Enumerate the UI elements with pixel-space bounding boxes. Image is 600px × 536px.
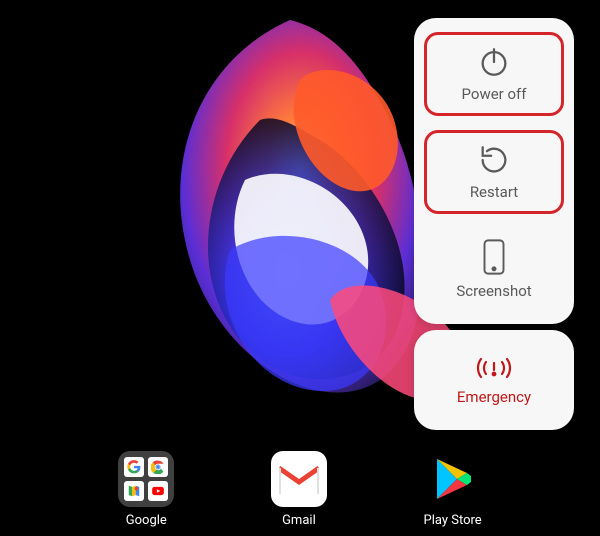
play-store-app[interactable]: Play Store [424,451,482,528]
power-menu: Power off Restart Screenshot Emergency [414,18,574,430]
power-menu-card: Power off Restart Screenshot [414,18,574,324]
google-folder-icon [118,451,174,507]
screenshot-button[interactable]: Screenshot [424,228,564,310]
screenshot-label: Screenshot [456,282,531,300]
screenshot-icon [479,238,509,276]
emergency-label: Emergency [457,388,531,406]
emergency-button[interactable]: Emergency [424,344,564,416]
play-store-icon [425,451,481,507]
maps-icon [124,481,144,501]
gmail-app[interactable]: Gmail [271,451,327,528]
power-off-button[interactable]: Power off [424,32,564,116]
google-folder[interactable]: Google [118,451,174,528]
dock: Google Gmail Play Store [0,451,600,528]
power-off-label: Power off [462,85,527,103]
power-icon [477,45,511,79]
restart-button[interactable]: Restart [424,130,564,214]
gmail-label: Gmail [282,513,316,528]
restart-icon [477,143,511,177]
google-logo-icon [124,457,144,477]
play-store-label: Play Store [424,513,482,528]
youtube-icon [148,481,168,501]
emergency-icon [473,354,515,382]
restart-label: Restart [470,183,518,201]
google-folder-label: Google [126,513,167,528]
emergency-card: Emergency [414,330,574,430]
gmail-icon [271,451,327,507]
chrome-icon [148,457,168,477]
